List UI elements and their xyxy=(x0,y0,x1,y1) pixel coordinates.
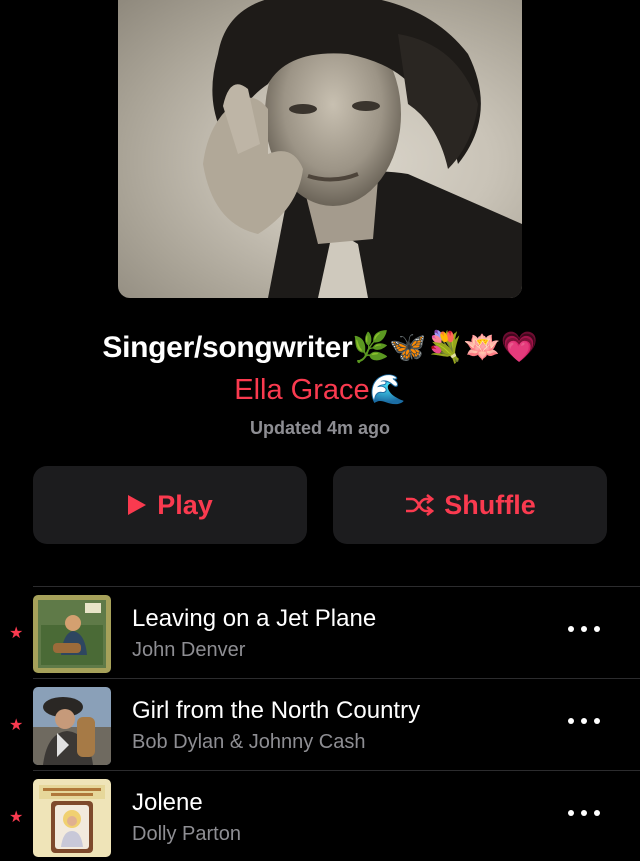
more-options-button[interactable] xyxy=(568,709,600,733)
album-art-nashville-skyline xyxy=(33,687,111,765)
playlist-title: Singer/songwriter🌿🦋💐🪷💗 xyxy=(102,331,538,364)
play-button[interactable]: Play xyxy=(33,466,307,544)
track-row[interactable]: ★ Leaving on a Jet Plane John Denver xyxy=(0,587,640,677)
favorite-star-icon: ★ xyxy=(9,717,24,734)
dot-icon xyxy=(581,810,587,816)
more-options-button[interactable] xyxy=(568,801,600,825)
play-icon xyxy=(127,494,147,516)
track-title: Jolene xyxy=(132,789,203,816)
dot-icon xyxy=(581,718,587,724)
shuffle-button-label: Shuffle xyxy=(444,489,536,520)
dot-icon xyxy=(594,810,600,816)
track-title: Girl from the North Country xyxy=(132,697,421,724)
favorite-star-icon: ★ xyxy=(9,809,24,826)
track-row[interactable]: ★ Girl from the North Country Bob Dylan … xyxy=(0,679,640,769)
dot-icon xyxy=(568,718,574,724)
more-options-button[interactable] xyxy=(568,617,600,641)
track-title: Leaving on a Jet Plane xyxy=(132,605,377,632)
album-art-jet-plane xyxy=(33,595,111,673)
updated-timestamp: Updated 4m ago xyxy=(249,418,391,438)
portrait-photo xyxy=(203,0,522,298)
dot-icon xyxy=(594,718,600,724)
dot-icon xyxy=(568,810,574,816)
playlist-curator-link[interactable]: Ella Grace🌊 xyxy=(0,373,640,407)
track-artist: Dolly Parton xyxy=(132,823,241,845)
shuffle-button[interactable]: Shuffle xyxy=(333,466,607,544)
dot-icon xyxy=(568,626,574,632)
dot-icon xyxy=(581,626,587,632)
track-artist: Bob Dylan & Johnny Cash xyxy=(132,731,366,753)
favorite-star-icon: ★ xyxy=(9,625,24,642)
play-button-label: Play xyxy=(157,489,213,520)
playlist-cover-art xyxy=(118,0,522,298)
shuffle-icon xyxy=(404,494,435,516)
track-artist: John Denver xyxy=(132,639,246,661)
album-art-jolene xyxy=(33,779,111,857)
track-row[interactable]: ★ Jolene Dolly Parton xyxy=(0,771,640,861)
dot-icon xyxy=(594,626,600,632)
